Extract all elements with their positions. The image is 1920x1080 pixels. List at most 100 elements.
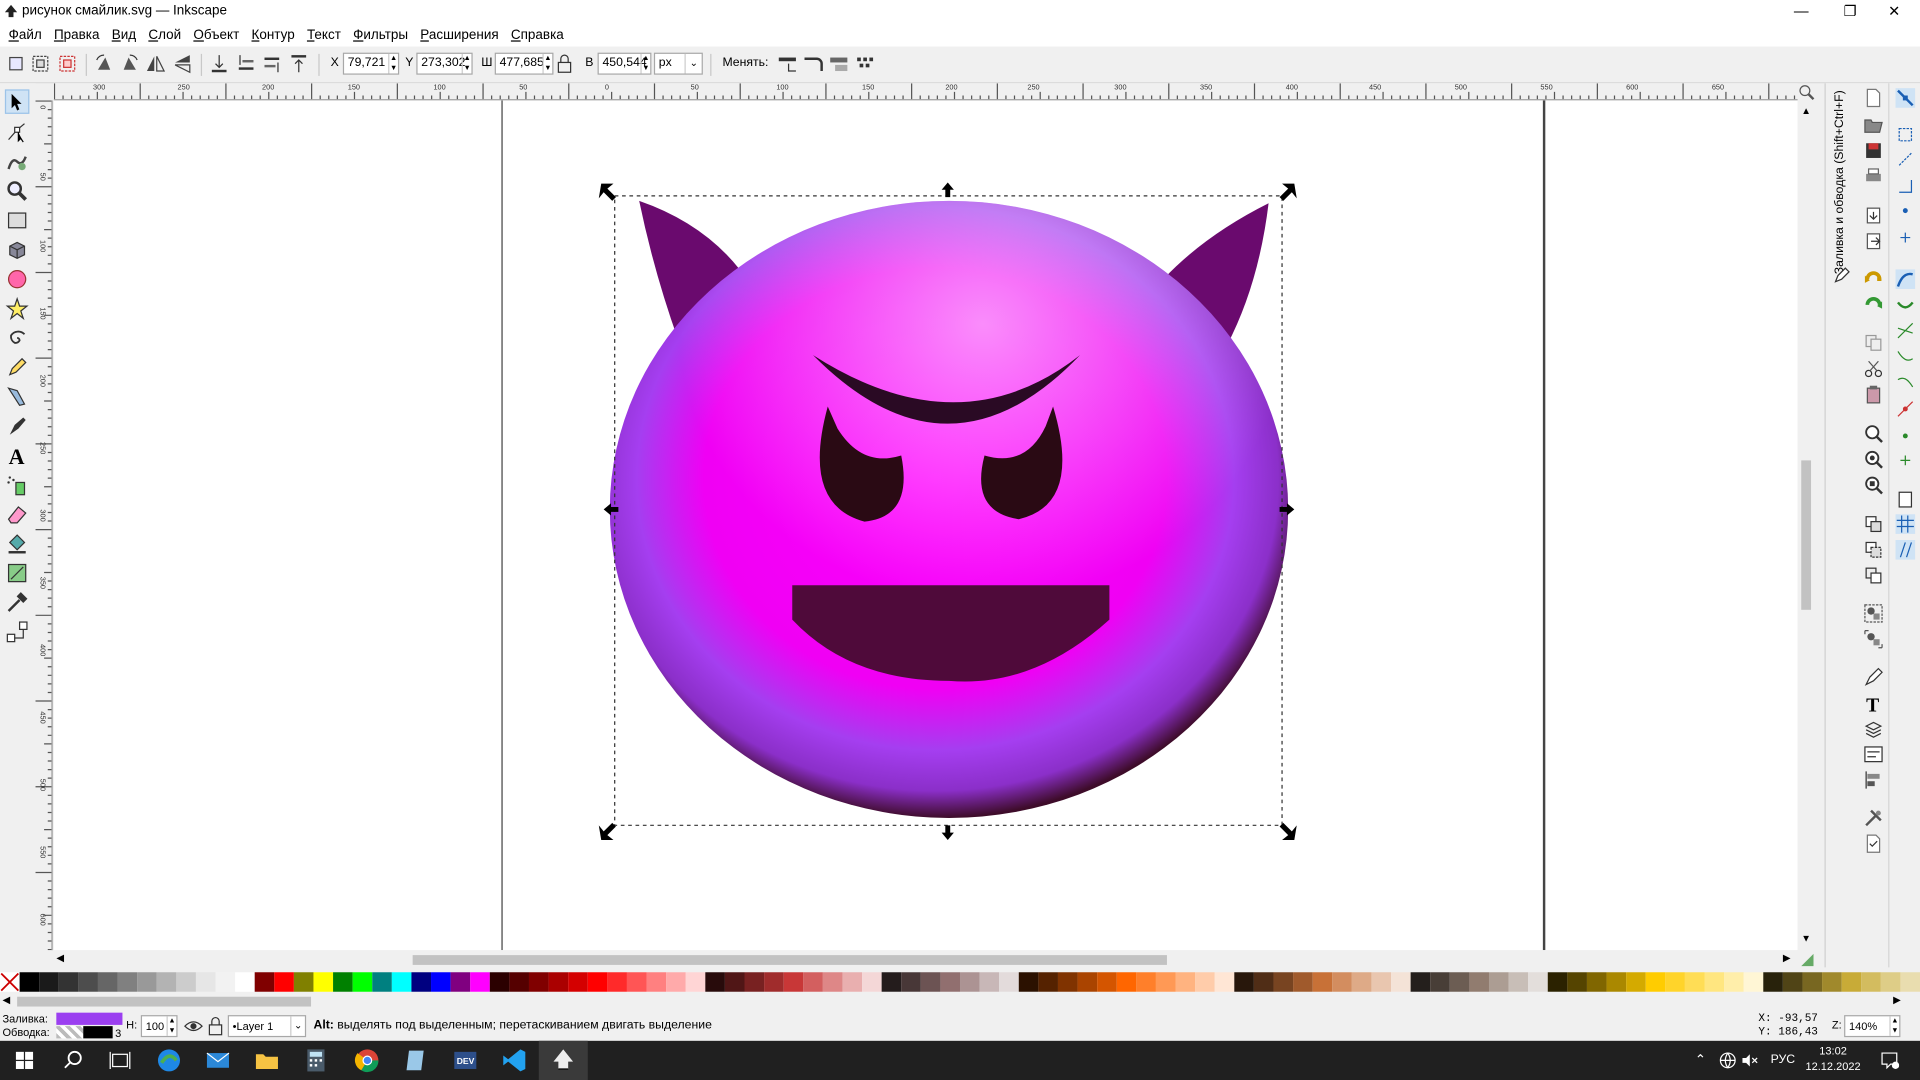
print-icon[interactable] <box>1864 167 1884 187</box>
palette-swatch[interactable] <box>528 972 549 992</box>
volume-muted-icon[interactable] <box>1741 1052 1758 1069</box>
edge-browser-icon[interactable] <box>154 1046 183 1075</box>
palette-swatch[interactable] <box>39 972 59 992</box>
palette-swatch[interactable] <box>1626 972 1646 992</box>
palette-swatch[interactable] <box>1038 972 1058 992</box>
palette-swatch[interactable] <box>1488 972 1509 992</box>
3d-box-tool-icon[interactable] <box>5 238 29 262</box>
menu-filters[interactable]: Фильтры <box>347 26 414 46</box>
palette-swatch[interactable] <box>372 972 392 992</box>
palette-swatch[interactable] <box>1782 972 1803 992</box>
snap-cusp-nodes-icon[interactable] <box>1896 347 1916 367</box>
raise-icon[interactable] <box>261 53 283 75</box>
palette-swatch[interactable] <box>1567 972 1587 992</box>
dropper-tool-icon[interactable] <box>5 590 29 614</box>
zoom-field[interactable]: 140% ▲ ▼ <box>1844 1015 1901 1038</box>
menu-file[interactable]: Файл <box>2 26 47 46</box>
palette-swatch[interactable] <box>450 972 471 992</box>
fill-stroke-icon[interactable] <box>1833 267 1850 284</box>
palette-swatch[interactable] <box>822 972 843 992</box>
palette-swatch[interactable] <box>117 972 138 992</box>
palette-swatch[interactable] <box>1822 972 1842 992</box>
palette-swatch[interactable] <box>1253 972 1274 992</box>
palette-swatch[interactable] <box>1097 972 1117 992</box>
palette-swatch[interactable] <box>783 972 804 992</box>
palette-swatch[interactable] <box>1763 972 1783 992</box>
palette-swatch[interactable] <box>97 972 118 992</box>
zoom-selection-icon[interactable] <box>1864 424 1884 444</box>
palette-swatch[interactable] <box>19 972 40 992</box>
y-field[interactable]: 273,302 ▲ ▼ <box>416 52 473 75</box>
snap-bbox-edge-icon[interactable] <box>1896 149 1916 169</box>
flip-vertical-icon[interactable] <box>171 53 193 75</box>
palette-swatch[interactable] <box>1214 972 1235 992</box>
xml-editor-icon[interactable] <box>1864 667 1884 687</box>
open-icon[interactable] <box>1864 115 1884 135</box>
palette-swatch[interactable] <box>587 972 608 992</box>
palette-swatch[interactable] <box>1802 972 1823 992</box>
menu-object[interactable]: Объект <box>187 26 245 46</box>
palette-swatch[interactable] <box>1312 972 1333 992</box>
new-document-icon[interactable] <box>1864 88 1884 108</box>
snap-bbox-center-icon[interactable] <box>1896 228 1916 248</box>
palette-swatch[interactable] <box>235 972 255 992</box>
select-all-icon[interactable] <box>5 53 27 75</box>
menu-text[interactable]: Текст <box>301 26 347 46</box>
palette-swatch[interactable] <box>1547 972 1568 992</box>
gradient-tool-icon[interactable] <box>5 561 29 585</box>
palette-swatch[interactable] <box>254 972 275 992</box>
snap-nodes-icon[interactable] <box>1895 269 1916 289</box>
palette-swatch[interactable] <box>1018 972 1039 992</box>
clock[interactable]: 13:02 12.12.2022 <box>1805 1043 1861 1075</box>
unlink-clone-icon[interactable] <box>1864 566 1884 586</box>
group-icon[interactable] <box>1864 604 1884 624</box>
palette-swatch[interactable] <box>1880 972 1901 992</box>
vscode-icon[interactable] <box>500 1046 529 1075</box>
document-properties-icon[interactable] <box>1864 834 1884 854</box>
menu-help[interactable]: Справка <box>505 26 570 46</box>
drawing-canvas[interactable] <box>53 100 1798 951</box>
fill-swatch[interactable] <box>56 1012 123 1025</box>
minimize-button[interactable]: — <box>1773 0 1829 24</box>
palette-swatch[interactable] <box>1077 972 1098 992</box>
palette-swatch[interactable] <box>58 972 79 992</box>
menu-path[interactable]: Контур <box>245 26 300 46</box>
zoom-page-icon[interactable] <box>1864 475 1884 495</box>
palette-swatch[interactable] <box>78 972 98 992</box>
palette-swatch[interactable] <box>1606 972 1627 992</box>
palette-swatch[interactable] <box>548 972 569 992</box>
palette-swatch[interactable] <box>1410 972 1431 992</box>
stroke-swatch[interactable] <box>83 1026 113 1039</box>
palette-swatch[interactable] <box>1136 972 1156 992</box>
palette-swatch[interactable] <box>842 972 863 992</box>
snap-bbox-midpoint-icon[interactable] <box>1896 201 1916 221</box>
eraser-tool-icon[interactable] <box>5 502 29 526</box>
palette-swatch[interactable] <box>1332 972 1352 992</box>
palette-swatch[interactable] <box>901 972 921 992</box>
zoom-corner-icon[interactable] <box>1798 83 1815 101</box>
palette-swatch[interactable] <box>470 972 490 992</box>
raise-to-top-icon[interactable] <box>288 53 310 75</box>
palette-swatch[interactable] <box>979 972 1000 992</box>
palette-swatch[interactable] <box>1116 972 1137 992</box>
scale-stroke-icon[interactable] <box>776 53 798 75</box>
pencil-tool-icon[interactable] <box>5 355 29 379</box>
objects-icon[interactable] <box>1864 744 1884 764</box>
palette-swatch[interactable] <box>333 972 353 992</box>
snap-guides-icon[interactable] <box>1895 540 1916 560</box>
select-all-layers-icon[interactable] <box>29 53 51 75</box>
palette-swatch[interactable] <box>391 972 412 992</box>
zoom-tool-icon[interactable] <box>5 179 29 203</box>
palette-swatch[interactable] <box>1175 972 1196 992</box>
palette-scroll-left-icon[interactable]: ◀ <box>2 994 10 1005</box>
mail-icon[interactable] <box>203 1046 232 1075</box>
no-paint-swatch-icon[interactable] <box>0 972 20 992</box>
scale-corners-icon[interactable] <box>802 53 824 75</box>
snap-smooth-nodes-icon[interactable] <box>1896 372 1916 392</box>
tweak-tool-icon[interactable] <box>5 149 29 173</box>
notepad-icon[interactable] <box>402 1046 431 1075</box>
palette-swatch[interactable] <box>1841 972 1862 992</box>
text-font-icon[interactable]: T <box>1864 693 1884 713</box>
height-field[interactable]: 450,544 ▲ ▼ <box>597 52 652 75</box>
snap-rotation-center-icon[interactable] <box>1896 451 1916 471</box>
